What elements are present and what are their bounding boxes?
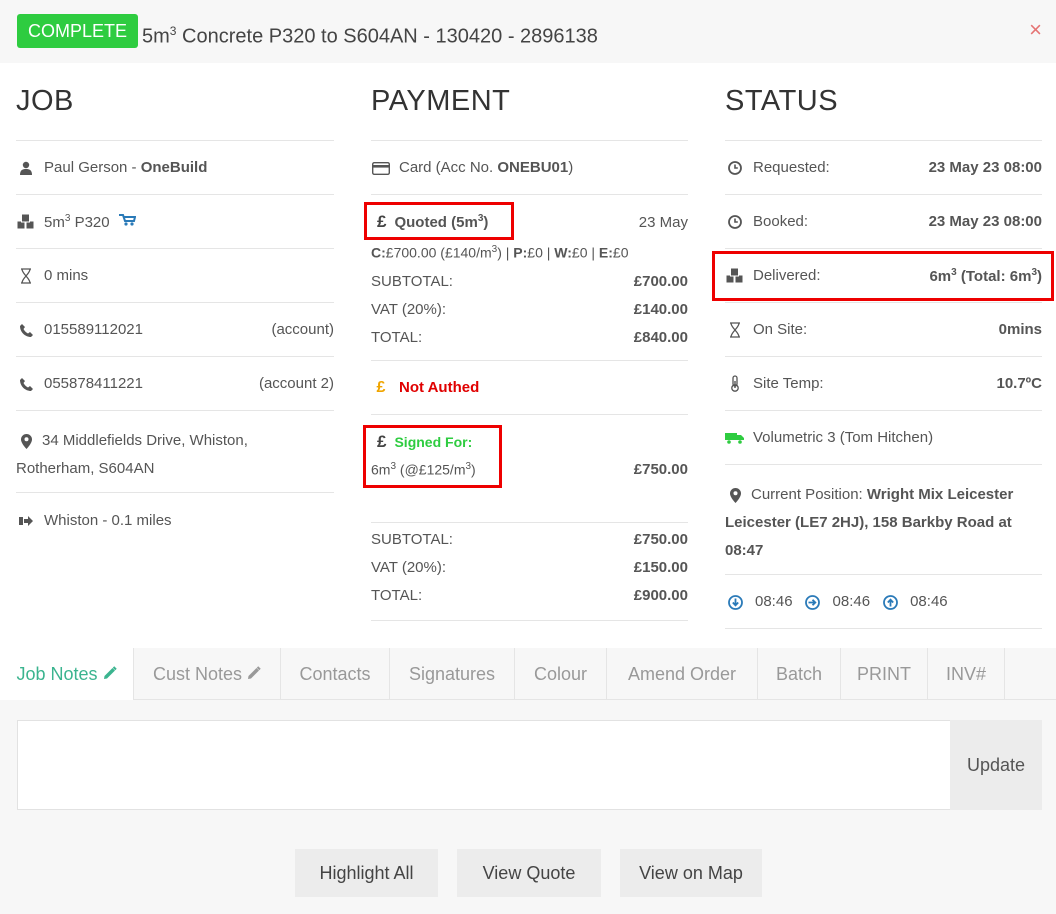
customer-company: OneBuild	[140, 159, 208, 176]
thermometer-icon	[725, 375, 745, 393]
tab-inv[interactable]: INV#	[928, 648, 1005, 700]
page-title: 5m3 Concrete P320 to S604AN - 130420 - 2…	[142, 24, 598, 48]
cubes-icon	[16, 213, 36, 230]
update-button[interactable]: Update	[950, 720, 1042, 810]
highlight-all-button[interactable]: Highlight All	[295, 849, 438, 897]
duration-row: 0 mins	[16, 249, 334, 303]
wheelbarrow-icon	[118, 213, 136, 230]
temp-row: Site Temp: 10.7ºC	[725, 357, 1042, 411]
requested-row: Requested: 23 May 23 08:00	[725, 141, 1042, 195]
tab-contacts[interactable]: Contacts	[281, 648, 390, 700]
pencil-icon	[247, 664, 261, 684]
address-row: 34 Middlefields Drive, Whiston, Rotherha…	[16, 411, 334, 493]
phone-icon	[16, 321, 36, 338]
tab-colour[interactable]: Colour	[515, 648, 607, 700]
notes-tabs: Job Notes Cust Notes Contacts Signatures…	[0, 648, 1056, 700]
arrow-circle-up-icon	[880, 593, 900, 610]
pencil-icon	[103, 664, 117, 684]
hourglass-icon	[16, 267, 36, 284]
clock-icon	[725, 159, 745, 176]
auth-status: Not Authed	[399, 379, 480, 396]
vehicle-row: Volumetric 3 (Tom Hitchen)	[725, 411, 1042, 465]
signed-highlight	[363, 425, 502, 488]
phone-icon	[16, 375, 36, 392]
tab-print[interactable]: PRINT	[841, 648, 928, 700]
quoted-highlight	[364, 202, 514, 240]
payment-column: PAYMENT Card (Acc No. ONEBU01) £ Quoted (…	[371, 63, 688, 621]
hourglass-icon	[725, 321, 745, 338]
position-row: Current Position: Wright Mix Leicester L…	[725, 465, 1042, 575]
truck-icon	[725, 429, 745, 446]
job-column: JOB Paul Gerson - OneBuild 5m3 P320 0 mi…	[16, 63, 334, 547]
auth-row: £ Not Authed	[371, 361, 688, 415]
arrow-circle-right-icon	[803, 593, 823, 610]
arrow-circle-down-icon	[725, 593, 745, 610]
card-row: Card (Acc No. ONEBU01)	[371, 141, 688, 195]
map-marker-icon	[16, 427, 36, 455]
status-heading: STATUS	[725, 63, 1042, 141]
quoted-date: 23 May	[638, 213, 688, 231]
times-row: 08:46 08:46 08:46	[725, 575, 1042, 629]
location-row: Whiston - 0.1 miles	[16, 493, 334, 547]
view-quote-button[interactable]: View Quote	[457, 849, 601, 897]
pound-icon: £	[376, 378, 386, 396]
tab-signatures[interactable]: Signatures	[390, 648, 515, 700]
phone-number-1[interactable]: 015589112021	[44, 321, 143, 338]
onsite-row: On Site: 0mins	[725, 303, 1042, 357]
status-column: STATUS Requested: 23 May 23 08:00 Booked…	[725, 63, 1042, 629]
clock-icon	[725, 213, 745, 230]
job-notes-input[interactable]	[17, 720, 951, 810]
modal-header: COMPLETE 5m3 Concrete P320 to S604AN - 1…	[0, 0, 1056, 63]
credit-card-icon	[371, 159, 391, 176]
payment-heading: PAYMENT	[371, 63, 688, 141]
map-marker-icon	[725, 481, 745, 509]
tab-amend-order[interactable]: Amend Order	[607, 648, 758, 700]
close-icon[interactable]: ×	[1029, 18, 1042, 42]
user-icon	[16, 159, 36, 176]
status-badge: COMPLETE	[17, 14, 139, 48]
tab-batch[interactable]: Batch	[758, 648, 841, 700]
booked-row: Booked: 23 May 23 08:00	[725, 195, 1042, 249]
job-heading: JOB	[16, 63, 334, 141]
customer-row: Paul Gerson - OneBuild	[16, 141, 334, 195]
tab-cust-notes[interactable]: Cust Notes	[134, 648, 281, 700]
phone-row-2: 055878411221 (account 2)	[16, 357, 334, 411]
phone-number-2[interactable]: 055878411221	[44, 375, 143, 392]
delivered-highlight	[712, 251, 1054, 301]
signed-totals: SUBTOTAL: £750.00 VAT (20%): £150.00 TOTAL…	[371, 523, 688, 621]
quote-breakdown: C:£700.00 (£140/m3) | P:£0 | W:£0 | E:£0	[371, 243, 629, 261]
view-on-map-button[interactable]: View on Map	[620, 849, 762, 897]
sign-out-icon	[16, 512, 36, 529]
tab-job-notes[interactable]: Job Notes	[0, 648, 134, 700]
phone-row-1: 015589112021 (account)	[16, 303, 334, 357]
product-row: 5m3 P320	[16, 195, 334, 249]
notes-area: Update Highlight All View Quote View on …	[0, 700, 1056, 914]
